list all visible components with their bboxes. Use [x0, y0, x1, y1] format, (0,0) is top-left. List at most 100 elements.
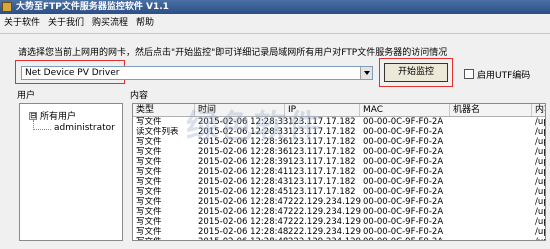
table-cell: 222.129.234.129	[288, 217, 362, 227]
table-cell: 读文件列表	[136, 127, 179, 137]
table-cell	[450, 137, 535, 147]
table-cell: /up	[535, 187, 545, 197]
table-cell: 写文件	[136, 117, 162, 127]
table-row[interactable]: 写文件 2015-02-06 12:28:33 123.117.17.182 00-0…	[133, 117, 545, 127]
table-row[interactable]: 写文件 2015-02-06 12:28:39 123.117.17.182 00-0…	[133, 157, 545, 167]
table-cell: 00-00-0C-9F-F0-2A	[363, 187, 444, 197]
table-cell: 写文件	[136, 227, 162, 237]
table-cell: 写文件	[136, 187, 162, 197]
user-tree[interactable]: ⊟ 所有用户 administrator	[19, 103, 123, 241]
table-row[interactable]: 写文件2015-02-06 12:28:48222.129.234.12900-…	[133, 237, 545, 240]
table-cell: 00-00-0C-9F-F0-2A	[363, 217, 444, 227]
menu-about-software[interactable]: 关于软件	[2, 16, 42, 30]
table-cell: 写文件	[136, 167, 162, 177]
menu-purchase[interactable]: 购买流程	[90, 16, 130, 30]
table-row[interactable]: 写文件 2015-02-06 12:28:41 123.117.17.182 00-0…	[133, 167, 545, 177]
table-cell	[450, 167, 535, 177]
table-cell	[450, 207, 535, 217]
table-cell: 123.117.17.182	[288, 147, 356, 157]
table-cell: 写文件	[136, 177, 162, 187]
table-cell	[450, 157, 535, 167]
table-cell: /up	[535, 137, 545, 147]
table-cell	[450, 227, 535, 237]
users-label: 用户	[17, 91, 36, 101]
table-cell: /up	[535, 147, 545, 157]
column-header-mac[interactable]: MAC	[360, 104, 450, 116]
table-cell: /up	[535, 207, 545, 217]
menu-bar: 关于软件 关于我们 购买流程 帮助	[0, 15, 550, 31]
table-cell: 2015-02-06 12:28:43	[198, 177, 288, 187]
menu-help[interactable]: 帮助	[134, 16, 156, 30]
table-cell: 写文件	[133, 237, 198, 240]
table-cell: 2015-02-06 12:28:33	[198, 117, 288, 127]
table-cell: /up	[535, 117, 545, 127]
table-cell: 00-00-0C-9F-F0-2A	[363, 207, 444, 217]
table-cell: /up	[535, 227, 545, 237]
table-cell: 2015-02-06 12:28:33	[198, 127, 288, 137]
table-cell: 00-00-0C-9F-F0-2A	[363, 177, 444, 187]
tree-connector	[33, 129, 51, 131]
column-header-time[interactable]: 时间	[195, 104, 285, 116]
table-cell: 123.117.17.182	[288, 127, 356, 137]
table-cell: 222.129.234.129	[288, 197, 362, 207]
table-row[interactable]: 写文件 2015-02-06 12:28:47 222.129.234.129 00-…	[133, 217, 545, 227]
table-row[interactable]: 写文件 2015-02-06 12:28:36 123.117.17.182 00-0…	[133, 137, 545, 147]
table-cell: /up	[535, 177, 545, 187]
table-cell: 123.117.17.182	[288, 137, 356, 147]
table-row[interactable]: 写文件 2015-02-06 12:28:45 123.117.17.182 00-0…	[133, 187, 545, 197]
table-cell: 写文件	[136, 147, 162, 157]
table-cell: 2015-02-06 12:28:48	[195, 237, 288, 240]
list-header: 类型 时间 IP MAC 机器名 内容	[133, 104, 545, 117]
table-row[interactable]: 写文件 2015-02-06 12:28:36 123.117.17.182 00-0…	[133, 147, 545, 157]
table-cell: 123.117.17.182	[288, 157, 356, 167]
app-icon	[2, 2, 12, 12]
table-cell: 123.117.17.182	[288, 187, 356, 197]
access-log-list[interactable]: 类型 时间 IP MAC 机器名 内容 写文件2015-02-06 12:28:…	[132, 103, 546, 241]
table-cell: 00-00-0C-9F-F0-2A	[360, 237, 453, 240]
chevron-down-icon[interactable]	[360, 67, 372, 79]
table-cell: 2015-02-06 12:28:47	[198, 217, 288, 227]
utf-checkbox[interactable]	[464, 69, 474, 79]
tree-node-all-users[interactable]: 所有用户	[40, 109, 76, 122]
table-cell: 2015-02-06 12:28:39	[198, 157, 288, 167]
table-cell: 2015-02-06 12:28:48	[198, 227, 288, 237]
table-row[interactable]: 写文件 2015-02-06 12:28:47 222.129.234.129 00-…	[133, 207, 545, 217]
table-cell	[450, 197, 535, 207]
table-cell: 00-00-0C-9F-F0-2A	[363, 127, 444, 137]
table-cell: 00-00-0C-9F-F0-2A	[363, 157, 444, 167]
column-header-ip[interactable]: IP	[285, 104, 360, 116]
table-cell: 123.117.17.182	[288, 167, 356, 177]
column-header-content[interactable]: 内容	[532, 104, 545, 116]
table-cell: 00-00-0C-9F-F0-2A	[363, 117, 444, 127]
table-cell: /up	[535, 197, 545, 207]
table-cell: 2015-02-06 12:28:36	[198, 137, 288, 147]
menu-separator	[0, 33, 550, 34]
table-cell: 写文件	[136, 207, 162, 217]
table-row[interactable]: 写文件 2015-02-06 12:28:43 123.117.17.182 00-0…	[133, 177, 545, 187]
table-cell: 222.129.234.129	[288, 207, 362, 217]
table-cell: 00-00-0C-9F-F0-2A	[363, 197, 444, 207]
window-title: 大势至FTP文件服务器监控软件 V1.1	[16, 2, 169, 12]
table-row[interactable]: 写文件2015-02-06 12:28:48222.129.234.12900-…	[133, 227, 545, 237]
table-cell: /up	[535, 157, 545, 167]
title-bar: 大势至FTP文件服务器监控软件 V1.1	[0, 0, 550, 14]
table-cell	[450, 127, 535, 137]
table-cell: /up	[535, 217, 545, 227]
table-row[interactable]: 写文件 2015-02-06 12:28:47 222.129.234.129 00-…	[133, 197, 545, 207]
column-header-machine[interactable]: 机器名	[450, 104, 532, 116]
table-row[interactable]: 读文件列表 2015-02-06 12:28:33 123.117.17.182 00…	[133, 127, 545, 137]
adapter-select[interactable]: Net Device PV Driver	[21, 66, 373, 80]
tree-node-administrator[interactable]: administrator	[54, 123, 115, 133]
table-cell: 2015-02-06 12:28:45	[198, 187, 288, 197]
table-cell: 写文件	[136, 197, 162, 207]
table-cell: 2015-02-06 12:28:47	[198, 197, 288, 207]
adapter-select-value: Net Device PV Driver	[25, 68, 120, 78]
menu-about-us[interactable]: 关于我们	[46, 16, 86, 30]
table-cell: /up	[535, 167, 545, 177]
collapse-icon[interactable]: ⊟	[29, 112, 37, 120]
content-label: 内容	[130, 91, 149, 101]
table-cell	[450, 187, 535, 197]
column-header-type[interactable]: 类型	[133, 104, 195, 116]
start-monitor-button[interactable]: 开始监控	[384, 63, 448, 82]
table-cell: 123.117.17.182	[288, 117, 356, 127]
